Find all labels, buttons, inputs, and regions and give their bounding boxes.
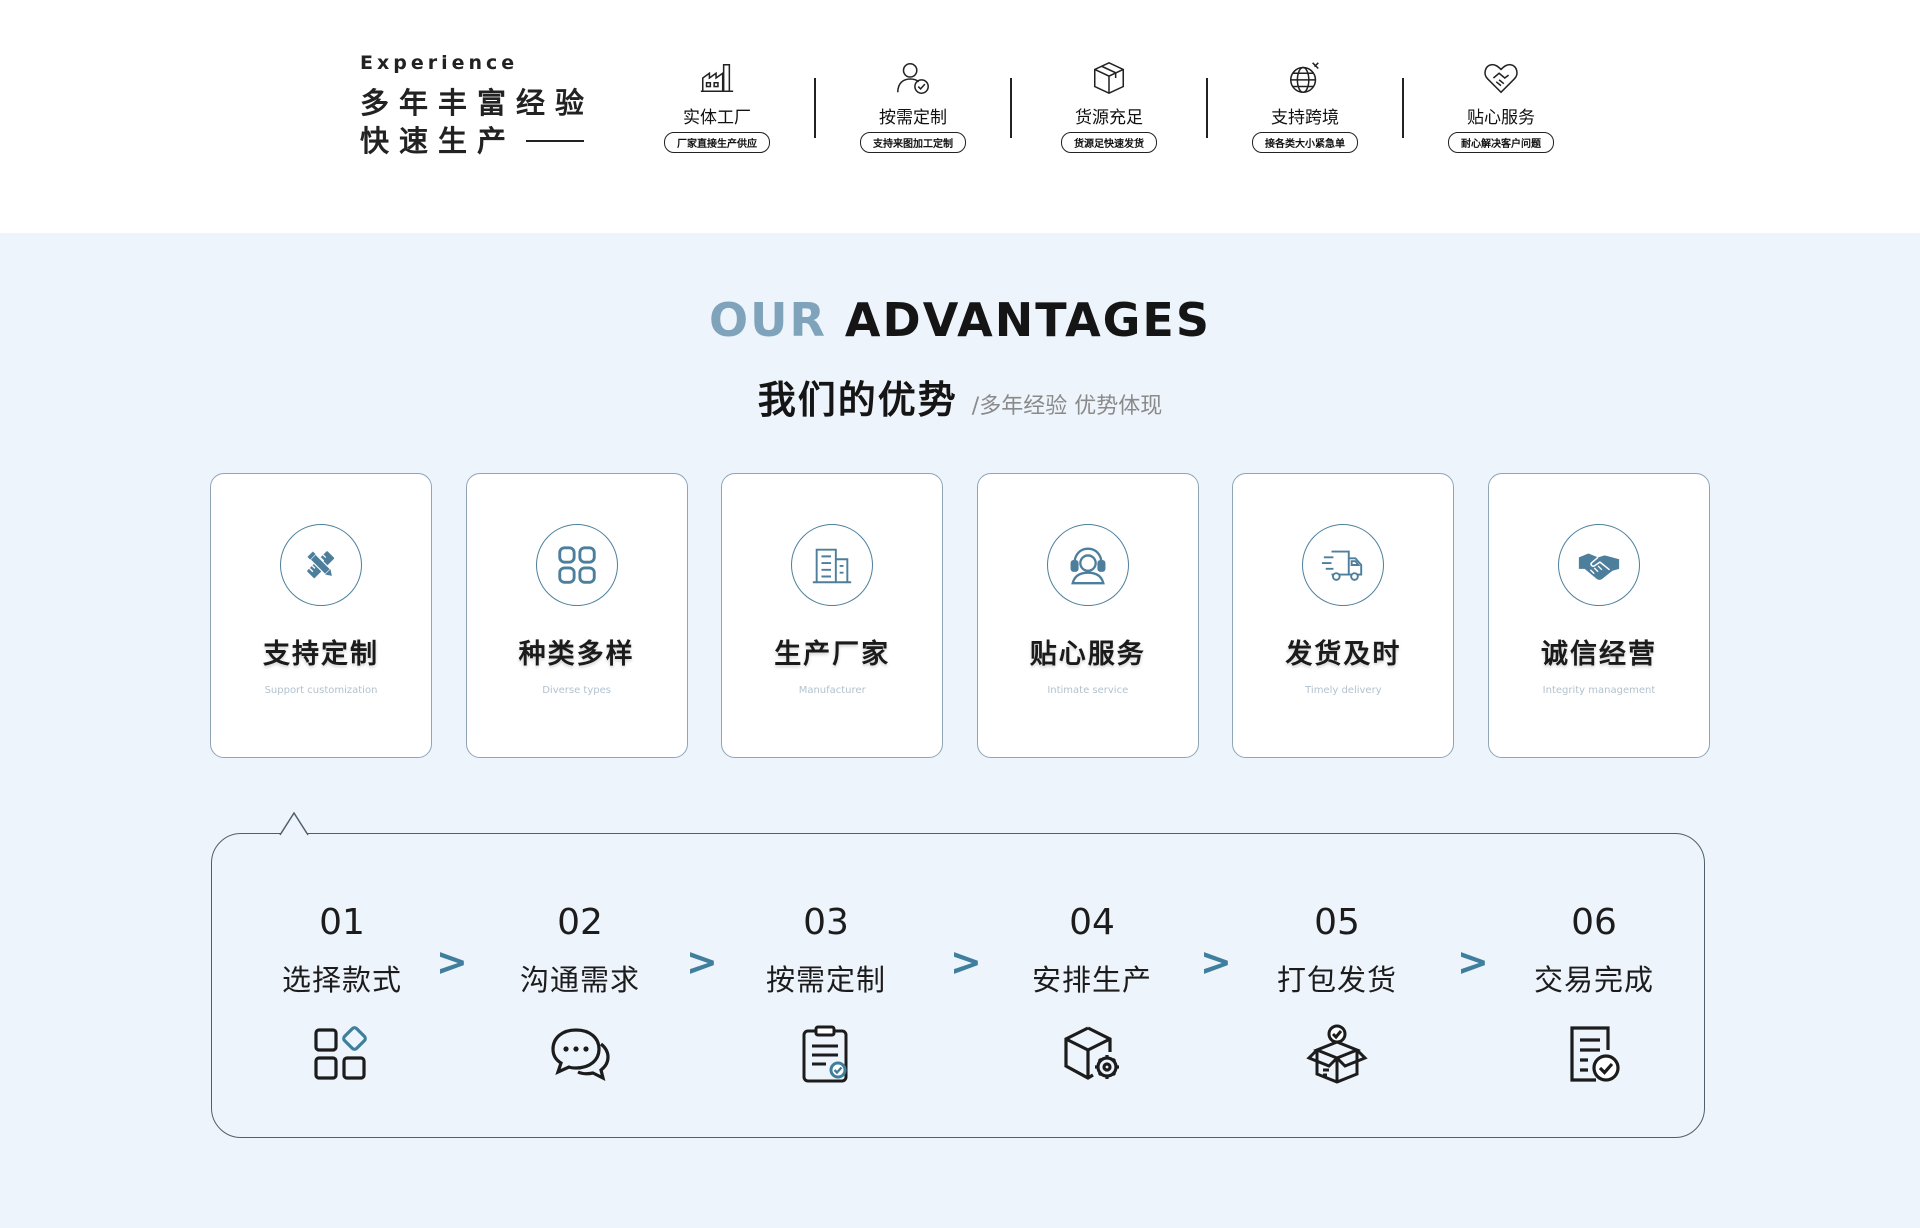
- feature-title: 货源充足: [1075, 108, 1143, 128]
- step-item: 05 打包发货: [1257, 902, 1417, 1087]
- building-icon: [791, 524, 874, 606]
- grid-icon: [535, 524, 618, 606]
- step-label: 选择款式: [281, 963, 402, 997]
- pencil-ruler-icon: [280, 524, 362, 606]
- step-arrow: >: [436, 940, 468, 984]
- apps-icon: [309, 1021, 375, 1087]
- feature-pill: 货源足快速发货: [1061, 132, 1157, 153]
- step-number: 04: [1069, 902, 1115, 943]
- chat-bubbles-icon: [547, 1021, 613, 1087]
- card-subtitle: Manufacturer: [798, 685, 866, 696]
- heart-handshake-icon: [1481, 58, 1521, 98]
- clipboard-check-icon: [793, 1021, 859, 1087]
- divider: [1206, 78, 1208, 138]
- package-check-icon: [1304, 1021, 1370, 1087]
- card-title: 诚信经营: [1540, 639, 1657, 670]
- advantage-card[interactable]: 诚信经营 Integrity management: [1487, 473, 1710, 758]
- advantage-card[interactable]: 贴心服务 Intimate service: [976, 473, 1199, 758]
- step-label: 打包发货: [1276, 963, 1397, 997]
- top-banner: Experience 多年丰富经验 快速生产 实体工厂 厂家直接生产供应 按需定…: [0, 0, 1920, 233]
- box-gear-icon: [1059, 1021, 1125, 1087]
- box-icon: [1089, 58, 1129, 98]
- step-number: 02: [557, 902, 603, 943]
- experience-line-2: 快速生产: [360, 124, 517, 158]
- step-number: 05: [1314, 902, 1360, 943]
- feature-title: 实体工厂: [683, 108, 751, 128]
- card-subtitle: Integrity management: [1542, 685, 1656, 696]
- document-check-icon: [1561, 1021, 1627, 1087]
- experience-line-1: 多年丰富经验: [360, 86, 595, 120]
- card-subtitle: Timely delivery: [1305, 685, 1382, 696]
- step-label: 沟通需求: [519, 963, 640, 997]
- card-title: 种类多样: [518, 639, 635, 670]
- feature-pill: 支持来图加工定制: [860, 132, 966, 153]
- step-label: 安排生产: [1031, 963, 1152, 997]
- feature-title: 贴心服务: [1467, 108, 1535, 128]
- step-arrow: >: [950, 940, 982, 984]
- feature-item: 按需定制 支持来图加工定制: [848, 58, 978, 153]
- globe-icon: [1285, 58, 1325, 98]
- experience-block: Experience 多年丰富经验 快速生产: [360, 52, 594, 160]
- step-number: 01: [319, 902, 365, 943]
- step-arrow: >: [1457, 940, 1489, 984]
- card-title: 发货及时: [1285, 639, 1402, 670]
- section-subheading: 我们的优势 /多年经验 优势体现: [0, 369, 1920, 424]
- advantages-section: OUR ADVANTAGES 我们的优势 /多年经验 优势体现 支持定制 Sup…: [0, 233, 1920, 1228]
- step-arrow: >: [686, 940, 718, 984]
- experience-line-2-row: 快速生产: [360, 122, 594, 160]
- advantage-card[interactable]: 支持定制 Support customization: [210, 473, 432, 758]
- step-item: 02 沟通需求: [500, 902, 660, 1087]
- feature-item: 支持跨境 接各类大小紧急单: [1240, 58, 1370, 153]
- heading-rest: ADVANTAGES: [844, 293, 1211, 347]
- card-subtitle: Diverse types: [542, 685, 611, 696]
- step-number: 06: [1571, 902, 1617, 943]
- factory-icon: [697, 58, 737, 98]
- divider: [814, 78, 816, 138]
- step-item: 06 交易完成: [1514, 902, 1674, 1087]
- headset-icon: [1046, 524, 1129, 606]
- feature-pill: 接各类大小紧急单: [1252, 132, 1358, 153]
- handshake-icon: [1557, 524, 1640, 606]
- heading-highlight: OUR: [709, 293, 827, 347]
- step-label: 按需定制: [765, 963, 886, 997]
- advantage-card[interactable]: 生产厂家 Manufacturer: [721, 473, 944, 758]
- step-arrow: >: [1200, 940, 1232, 984]
- card-subtitle: Intimate service: [1047, 685, 1129, 696]
- feature-strip: 实体工厂 厂家直接生产供应 按需定制 支持来图加工定制 货源充足 货源足快速发货…: [652, 58, 1566, 153]
- steps-row: 01 选择款式 > 02 沟通需求 > 03 按需定制 > 04 安排生产 > …: [212, 834, 1704, 1137]
- experience-label: Experience: [360, 52, 519, 74]
- feature-title: 支持跨境: [1271, 108, 1339, 128]
- feature-pill: 厂家直接生产供应: [664, 132, 770, 153]
- card-subtitle: Support customization: [264, 685, 378, 696]
- card-title: 贴心服务: [1029, 639, 1146, 670]
- subtitle-sub: /多年经验 优势体现: [971, 394, 1163, 419]
- feature-item: 实体工厂 厂家直接生产供应: [652, 58, 782, 153]
- advantage-card[interactable]: 种类多样 Diverse types: [465, 473, 688, 758]
- feature-item: 贴心服务 耐心解决客户问题: [1436, 58, 1566, 153]
- advantage-cards: 支持定制 Support customization 种类多样 Diverse …: [210, 473, 1710, 758]
- advantage-card[interactable]: 发货及时 Timely delivery: [1232, 473, 1455, 758]
- card-title: 生产厂家: [774, 639, 891, 670]
- feature-pill: 耐心解决客户问题: [1448, 132, 1554, 153]
- divider: [1010, 78, 1012, 138]
- step-number: 03: [803, 902, 849, 943]
- step-item: 01 选择款式: [262, 902, 422, 1087]
- decorative-dash: [526, 140, 585, 142]
- step-item: 03 按需定制: [746, 902, 906, 1087]
- feature-item: 货源充足 货源足快速发货: [1044, 58, 1174, 153]
- process-steps-box: 01 选择款式 > 02 沟通需求 > 03 按需定制 > 04 安排生产 > …: [211, 811, 1705, 1138]
- person-check-icon: [893, 58, 933, 98]
- card-title: 支持定制: [263, 639, 379, 670]
- section-heading: OUR ADVANTAGES: [0, 293, 1920, 347]
- step-label: 交易完成: [1533, 963, 1654, 997]
- truck-icon: [1302, 524, 1385, 606]
- divider: [1402, 78, 1404, 138]
- step-item: 04 安排生产: [1012, 902, 1172, 1087]
- feature-title: 按需定制: [879, 108, 947, 128]
- subtitle-cn: 我们的优势: [757, 378, 958, 422]
